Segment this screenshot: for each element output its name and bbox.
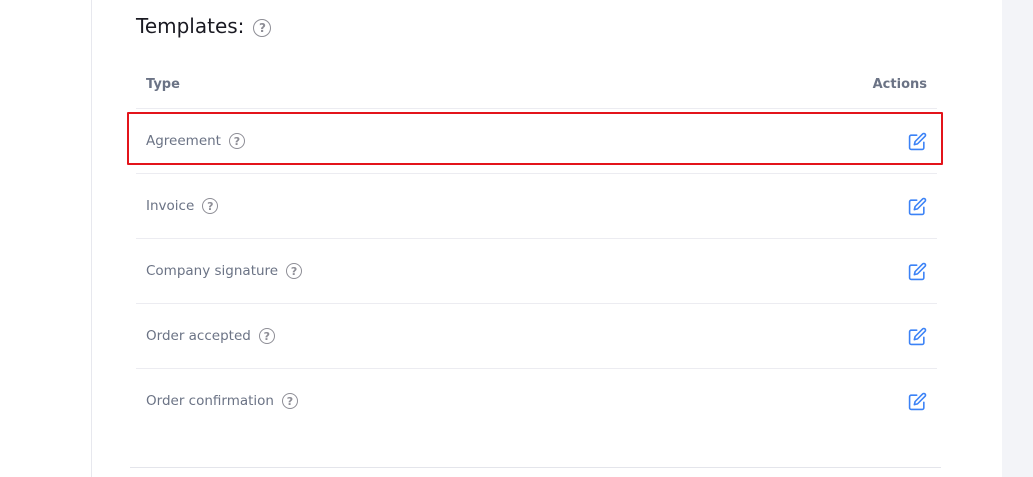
help-icon[interactable]: ? (286, 263, 303, 279)
edit-icon (908, 132, 926, 150)
column-header-actions: Actions (872, 76, 927, 92)
row-type-cell: Company signature ? (136, 263, 303, 279)
table-row: Order accepted ? (136, 304, 937, 369)
help-icon[interactable]: ? (202, 198, 219, 214)
edit-icon (908, 262, 926, 280)
row-label: Company signature (146, 263, 279, 279)
row-type-cell: Order accepted ? (136, 328, 275, 344)
table-row: Order confirmation ? (136, 369, 937, 433)
row-type-cell: Order confirmation ? (136, 393, 298, 409)
edit-button[interactable] (907, 131, 927, 151)
left-gutter (0, 0, 92, 477)
table-row: Invoice ? (136, 174, 937, 239)
table-header: Type Actions (136, 60, 937, 109)
help-icon[interactable]: ? (253, 18, 272, 37)
help-icon[interactable]: ? (258, 328, 275, 344)
divider (130, 467, 941, 468)
templates-table: Type Actions Agreement ? Invoice ? Compa (136, 60, 937, 433)
table-row: Company signature ? (136, 239, 937, 304)
edit-icon (908, 392, 926, 410)
table-row: Agreement ? (136, 109, 937, 174)
edit-icon (908, 197, 926, 215)
help-icon[interactable]: ? (228, 133, 245, 149)
row-label: Invoice (146, 198, 195, 214)
templates-card: Templates: ? Type Actions Agreement ? In… (92, 0, 1002, 477)
section-title: Templates: (136, 14, 245, 38)
row-label: Order accepted (146, 328, 251, 344)
edit-button[interactable] (907, 196, 927, 216)
right-gutter (1002, 0, 1033, 477)
row-label: Agreement (146, 133, 221, 149)
row-type-cell: Invoice ? (136, 198, 219, 214)
edit-button[interactable] (907, 326, 927, 346)
column-header-type: Type (146, 76, 180, 92)
row-label: Order confirmation (146, 393, 274, 409)
section-header: Templates: ? (136, 14, 272, 38)
edit-button[interactable] (907, 391, 927, 411)
edit-button[interactable] (907, 261, 927, 281)
row-type-cell: Agreement ? (136, 133, 245, 149)
edit-icon (908, 327, 926, 345)
help-icon[interactable]: ? (282, 393, 298, 409)
